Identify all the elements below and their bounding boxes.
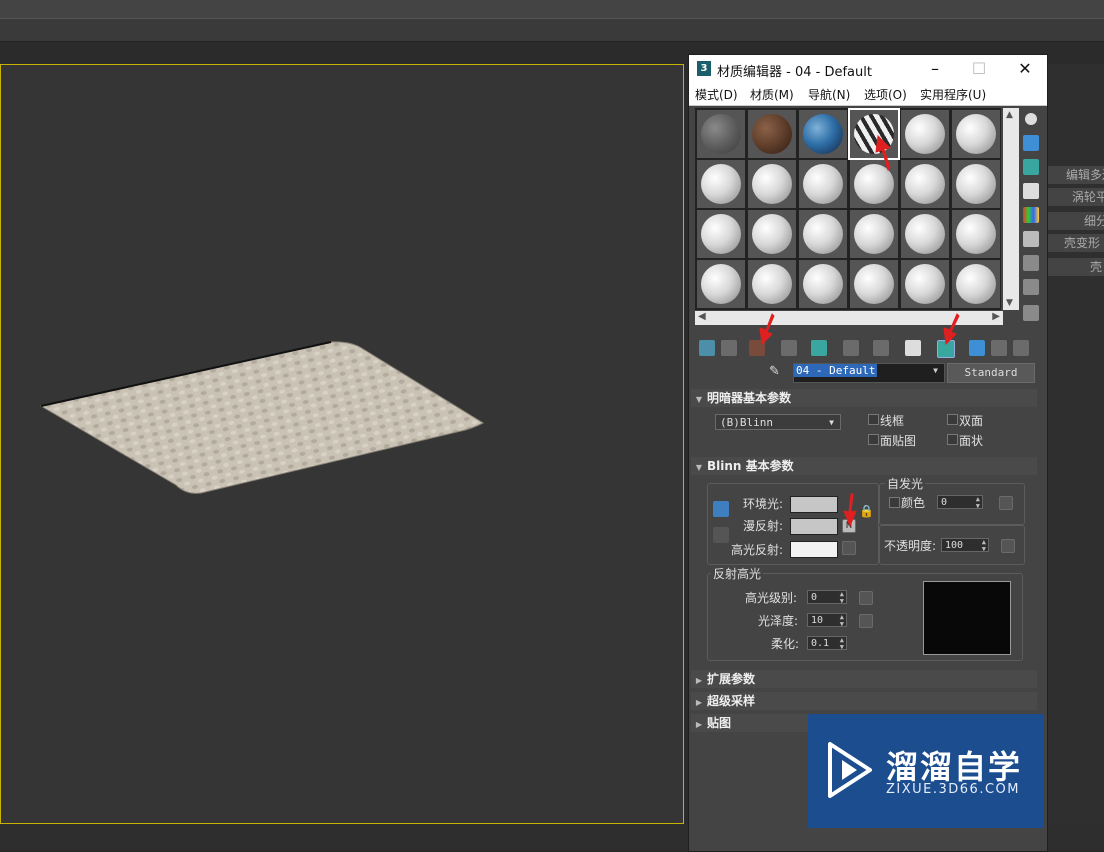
watermark-url: ZIXUE.3D66.COM <box>886 782 1020 797</box>
red-arrow-icon <box>875 134 892 171</box>
watermark-badge: 溜溜自学 ZIXUE.3D66.COM <box>808 714 1044 828</box>
red-arrow-icon <box>759 313 775 346</box>
red-arrow-icon <box>843 493 857 528</box>
red-arrow-icon <box>943 313 960 346</box>
play-logo-icon <box>828 742 872 798</box>
